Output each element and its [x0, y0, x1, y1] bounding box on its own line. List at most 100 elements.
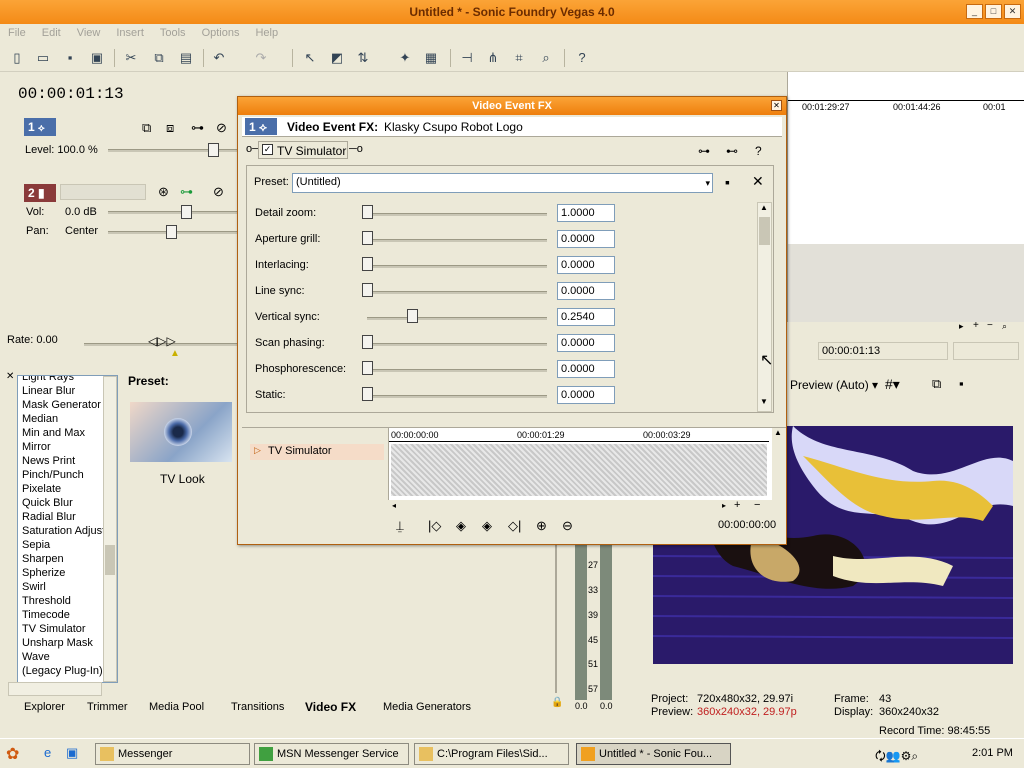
- mute-icon[interactable]: ⊘: [216, 120, 227, 136]
- kf-zoom-out-icon[interactable]: −: [754, 499, 760, 511]
- tab-media-pool[interactable]: Media Pool: [149, 699, 204, 715]
- open-icon[interactable]: ▭: [34, 49, 52, 67]
- tab-explorer[interactable]: Explorer: [24, 699, 65, 715]
- show-desktop-icon[interactable]: ▣: [66, 745, 78, 761]
- level-slider[interactable]: [208, 143, 219, 157]
- parameter-slider[interactable]: [362, 361, 373, 375]
- delete-preset-icon[interactable]: ✕: [752, 173, 764, 190]
- zoom-tool-icon[interactable]: ⌕: [1002, 321, 1007, 332]
- parameter-value[interactable]: 0.0000: [557, 386, 615, 404]
- scroll-right-arrow-icon[interactable]: ▸: [959, 321, 964, 332]
- ignore-grouping-icon[interactable]: ⌕: [537, 49, 555, 67]
- menu-tools[interactable]: Tools: [160, 24, 186, 42]
- pan-slider[interactable]: [166, 225, 177, 239]
- parameters-scrollbar[interactable]: ▲ ▼: [757, 202, 772, 412]
- parameter-slider[interactable]: [362, 335, 373, 349]
- kf-zoom-in-icon[interactable]: +: [734, 499, 740, 511]
- preset-thumbnail[interactable]: [130, 402, 232, 462]
- menu-edit[interactable]: Edit: [42, 24, 61, 42]
- paste-icon[interactable]: ▤: [177, 49, 195, 67]
- menu-view[interactable]: View: [77, 24, 101, 42]
- plugin-tab[interactable]: ✓ TV Simulator: [258, 141, 348, 159]
- lock-envelopes-icon[interactable]: ⌗: [510, 49, 528, 67]
- parameter-value[interactable]: 0.0000: [557, 256, 615, 274]
- dialog-close-button[interactable]: ✕: [771, 100, 782, 111]
- envelope-tool-icon[interactable]: ◩: [328, 49, 346, 67]
- plugin-help-icon[interactable]: ?: [755, 144, 762, 158]
- taskbar-button-vegas[interactable]: Untitled * - Sonic Fou...: [576, 743, 731, 765]
- properties-icon[interactable]: ▣: [88, 49, 106, 67]
- parameter-value[interactable]: 0.0000: [557, 360, 615, 378]
- menu-help[interactable]: Help: [255, 24, 278, 42]
- cut-icon[interactable]: ✂: [122, 49, 140, 67]
- undo-icon[interactable]: ↶: [210, 49, 228, 67]
- keyframe-timeline[interactable]: 00:00:00:00 00:00:01:29 00:00:03:29: [388, 428, 772, 500]
- parameter-slider[interactable]: [362, 205, 373, 219]
- selection-length-field[interactable]: [953, 342, 1019, 360]
- first-keyframe-icon[interactable]: |◇: [428, 518, 441, 534]
- plugin-chain-icon[interactable]: ⊶: [698, 144, 710, 158]
- taskbar-button-explorer[interactable]: C:\Program Files\Sid...: [414, 743, 569, 765]
- parameter-slider[interactable]: [362, 231, 373, 245]
- video-track-header[interactable]: 1 ⟡ ⧉ ⧈ ⊶ ⊘ Level: 100.0 %: [8, 117, 237, 175]
- lock-icon[interactable]: 🔒: [551, 697, 563, 708]
- parameter-slider[interactable]: [362, 387, 373, 401]
- composite-icon[interactable]: ⊶: [191, 120, 204, 136]
- parameter-value[interactable]: 0.0000: [557, 282, 615, 300]
- menu-options[interactable]: Options: [202, 24, 240, 42]
- tab-video-fx[interactable]: Video FX: [305, 699, 356, 715]
- save-preset-icon[interactable]: ▪: [725, 174, 730, 190]
- audio-track-header[interactable]: 2 ▮ ⊛ ⊶ ⊘ Vol: 0.0 dB Pan: Center: [8, 180, 237, 250]
- preview-quality-dropdown[interactable]: Preview (Auto) ▾: [790, 378, 878, 392]
- internet-explorer-icon[interactable]: e: [44, 745, 51, 760]
- menu-insert[interactable]: Insert: [116, 24, 144, 42]
- selection-tool-icon[interactable]: ⇅: [354, 49, 372, 67]
- copy-icon[interactable]: ⧉: [150, 49, 168, 67]
- parameter-value[interactable]: 1.0000: [557, 204, 615, 222]
- add-keyframe-icon[interactable]: ⊕: [536, 518, 547, 534]
- close-window-icon[interactable]: ✕: [6, 371, 14, 382]
- minimize-button[interactable]: _: [966, 4, 983, 19]
- horizontal-scrollbar[interactable]: [8, 682, 102, 696]
- new-icon[interactable]: ▯: [8, 49, 26, 67]
- tab-transitions[interactable]: Transitions: [231, 699, 284, 715]
- last-keyframe-icon[interactable]: ◇|: [508, 518, 521, 534]
- timeline-area[interactable]: 00:01:29:27 00:01:44:26 00:01: [787, 72, 1024, 322]
- preset-dropdown[interactable]: (Untitled) ▾: [292, 173, 713, 193]
- taskbar-button-msn[interactable]: MSN Messenger Service: [254, 743, 409, 765]
- rate-slider[interactable]: ◁▷▷: [148, 334, 176, 348]
- track-motion-icon[interactable]: ⧈: [166, 120, 174, 136]
- close-button[interactable]: ✕: [1004, 4, 1021, 19]
- zoom-out-icon[interactable]: −: [987, 320, 993, 331]
- track-fx-icon[interactable]: ⊛: [158, 184, 169, 200]
- parameter-value[interactable]: 0.0000: [557, 334, 615, 352]
- sync-cursor-icon[interactable]: ⍊: [396, 518, 404, 534]
- save-icon[interactable]: ▪: [61, 49, 79, 67]
- maximize-button[interactable]: □: [985, 4, 1002, 19]
- composite-icon[interactable]: ⊶: [180, 184, 193, 200]
- volume-slider[interactable]: [181, 205, 192, 219]
- save-snapshot-icon[interactable]: ▪: [959, 376, 964, 391]
- event-pan-crop-icon[interactable]: ✦: [396, 49, 414, 67]
- kf-scroll-up-icon[interactable]: ▲: [774, 428, 782, 437]
- auto-ripple-icon[interactable]: ⋔: [484, 49, 502, 67]
- track-fx-icon[interactable]: ⧉: [142, 120, 151, 136]
- remove-plugin-icon[interactable]: ⊷: [726, 144, 738, 158]
- parameter-value[interactable]: 0.0000: [557, 230, 615, 248]
- kf-scroll-right-icon[interactable]: ▸: [722, 501, 726, 510]
- overlays-icon[interactable]: #▾: [885, 376, 900, 393]
- next-keyframe-icon[interactable]: ◈: [482, 518, 492, 534]
- kf-scroll-left-icon[interactable]: ◂: [392, 501, 396, 510]
- track-name-field[interactable]: [60, 184, 146, 200]
- redo-icon[interactable]: ↷: [252, 49, 270, 67]
- parameter-slider[interactable]: [362, 283, 373, 297]
- media-fx-icon[interactable]: ▦: [422, 49, 440, 67]
- plugin-enabled-checkbox[interactable]: ✓: [262, 144, 273, 155]
- taskbar-button-messenger[interactable]: Messenger: [95, 743, 250, 765]
- tab-trimmer[interactable]: Trimmer: [87, 699, 128, 715]
- tab-media-generators[interactable]: Media Generators: [383, 699, 471, 715]
- parameter-value[interactable]: 0.2540: [557, 308, 615, 326]
- copy-snapshot-icon[interactable]: ⧉: [932, 376, 941, 392]
- delete-keyframe-icon[interactable]: ⊖: [562, 518, 573, 534]
- prev-keyframe-icon[interactable]: ◈: [456, 518, 466, 534]
